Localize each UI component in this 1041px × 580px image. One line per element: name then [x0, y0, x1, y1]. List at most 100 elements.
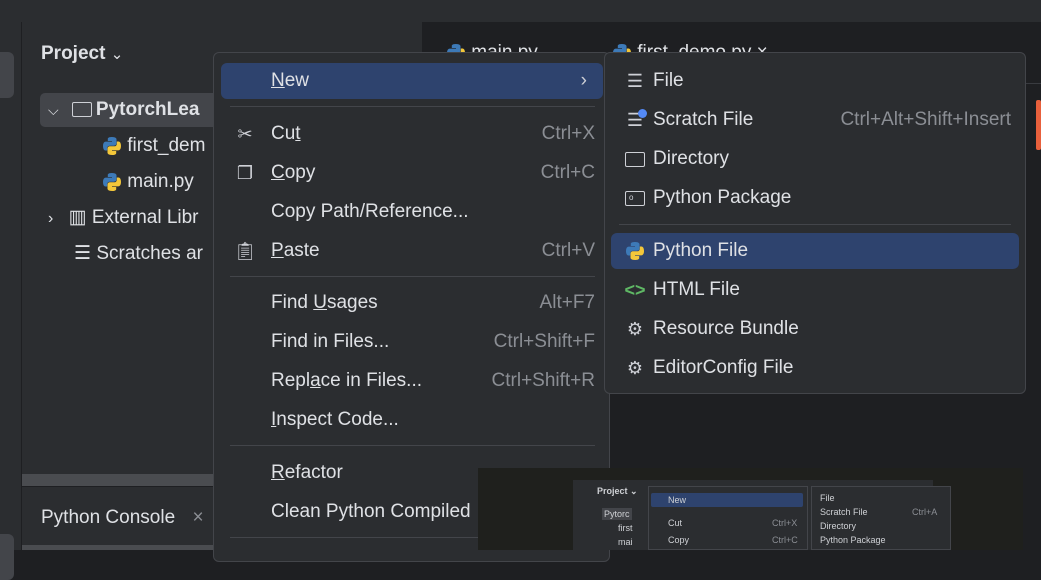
menu-label: Repl [271, 370, 311, 391]
shortcut: Alt+F7 [539, 292, 595, 313]
menu-item-paste[interactable]: 📋︎ Paste Ctrl+V [221, 233, 603, 269]
tree-item-file[interactable]: first_dem [102, 131, 205, 161]
menu-label: Copy Path/Reference... [271, 201, 469, 222]
menu-item-inspect-code[interactable]: Inspect Code... [221, 402, 603, 438]
menu-item-copy[interactable]: ❐ Copy Ctrl+C [221, 155, 603, 191]
menu-item-copy-path[interactable]: Copy Path/Reference... [221, 194, 603, 230]
menu-label: Python Package [653, 187, 792, 208]
submenu-item-file[interactable]: ☰ File [611, 63, 1019, 99]
shortcut: Ctrl+X [541, 123, 595, 144]
tree-item-project-root[interactable]: ⌵ PytorchLea [48, 95, 199, 125]
menu-label: Resource Bundle [653, 318, 799, 339]
thumb-project: Project ⌄ [597, 486, 638, 496]
shortcut: Ctrl+Shift+R [491, 370, 595, 391]
thumb-menu-item: Copy [668, 535, 690, 545]
menu-item-find-in-files[interactable]: Find in Files... Ctrl+Shift+F [221, 324, 603, 360]
menu-label: Clean Python Compiled [271, 501, 471, 522]
html-icon: <> [624, 280, 646, 300]
clipboard-icon: 📋︎ [233, 241, 257, 261]
tree-item-file[interactable]: main.py [102, 167, 194, 197]
menu-label: sages [326, 292, 378, 313]
python-icon [623, 233, 647, 269]
mnemonic: t [295, 123, 301, 144]
thumb-tree: first [618, 523, 633, 533]
tree-item-label: PytorchLea [95, 99, 200, 120]
menu-label: ce in Files... [320, 370, 423, 391]
menu-label: Directory [653, 148, 730, 169]
tree-item-label: first_dem [127, 135, 206, 156]
python-icon [102, 172, 122, 192]
thumb-sub-item: Directory [820, 521, 857, 531]
menu-item-replace-in-files[interactable]: Replace in Files... Ctrl+Shift+R [221, 363, 603, 399]
mnemonic: U [313, 292, 327, 313]
console-scrollbar[interactable] [22, 545, 222, 550]
submenu-item-python-package[interactable]: o Python Package [611, 180, 1019, 216]
menu-item-cut[interactable]: ✂ Cut Ctrl+X [221, 116, 603, 152]
gear-icon: ⚙ [626, 358, 644, 378]
thumb-shortcut: Ctrl+X [772, 518, 798, 528]
tree-item-external-libraries[interactable]: › ▥ External Libr [48, 203, 199, 233]
folder-icon [623, 141, 647, 177]
menu-label: Paste [271, 240, 320, 261]
thumb-shortcut: Ctrl+A [912, 507, 938, 517]
menu-label: HTML File [653, 279, 740, 300]
separator [619, 224, 1011, 225]
package-icon: o [623, 180, 647, 216]
menu-item-new[interactable]: New › [221, 63, 603, 99]
tool-window-stripe [0, 22, 22, 580]
mnemonic: C [271, 162, 285, 183]
chevron-right-icon: › [48, 210, 54, 227]
horizontal-scrollbar[interactable] [22, 474, 222, 486]
close-icon[interactable]: × [192, 507, 203, 528]
project-panel-title[interactable]: Project ⌄ [41, 43, 123, 65]
menu-label: nspect Code... [276, 409, 399, 430]
chevron-down-icon: ⌵ [48, 102, 59, 118]
menu-label: Find [271, 292, 314, 313]
console-tool-button[interactable] [0, 534, 14, 580]
thumb-tree: mai [618, 537, 633, 547]
menu-item-find-usages[interactable]: Find Usages Alt+F7 [221, 285, 603, 321]
menu-label: ew [284, 70, 310, 91]
submenu-item-html-file[interactable]: <> HTML File [611, 272, 1019, 308]
python-console-tab[interactable]: Python Console × [41, 507, 204, 529]
submenu-item-scratch-file[interactable]: ☰ Scratch File Ctrl+Alt+Shift+Insert [611, 102, 1019, 138]
project-title-text: Project [41, 43, 106, 64]
new-submenu: ☰ File ☰ Scratch File Ctrl+Alt+Shift+Insert… [604, 52, 1026, 394]
tree-item-label: Scratches ar [96, 243, 203, 264]
thumb-menu-item: Cut [668, 518, 683, 528]
project-tool-button[interactable] [0, 52, 14, 98]
mnemonic: a [310, 370, 321, 391]
submenu-item-editorconfig-file[interactable]: ⚙ EditorConfig File [611, 350, 1019, 386]
tree-item-scratches[interactable]: ☰ Scratches ar [74, 239, 203, 269]
menu-label: Scratch File [653, 109, 754, 130]
scissors-icon: ✂ [237, 124, 253, 144]
mnemonic: R [271, 462, 285, 483]
screenshot-thumbnail: Project ⌄ Pytorc first mai New Cut Copy … [478, 468, 1023, 550]
chevron-right-icon: › [580, 70, 587, 91]
thumb-tree: Pytorc [602, 508, 632, 520]
python-icon [102, 136, 122, 156]
editor-marker [1036, 100, 1041, 150]
submenu-item-directory[interactable]: Directory [611, 141, 1019, 177]
copy-icon: ❐ [236, 163, 254, 183]
menu-label: EditorConfig File [653, 357, 794, 378]
thumb-sub-item: Python Package [820, 535, 886, 545]
submenu-item-python-file[interactable]: Python File [611, 233, 1019, 269]
console-title: Python Console [41, 507, 176, 528]
submenu-item-resource-bundle[interactable]: ⚙ Resource Bundle [611, 311, 1019, 347]
thumb-menu-item: New [668, 495, 687, 505]
menu-label: efactor [284, 462, 343, 483]
gear-icon: ⚙ [626, 319, 644, 339]
menu-label: opy [284, 162, 316, 183]
shortcut: Ctrl+Shift+F [493, 331, 595, 352]
library-icon: ▥ [68, 207, 87, 228]
shortcut: Ctrl+V [541, 240, 595, 261]
chevron-down-icon: ⌄ [110, 46, 124, 63]
scratch-file-icon: ☰ [623, 102, 647, 138]
menu-label: Python File [653, 240, 749, 261]
mnemonic: N [271, 70, 285, 91]
separator [230, 445, 595, 446]
folder-icon [71, 102, 92, 118]
shortcut: Ctrl+Alt+Shift+Insert [840, 109, 1011, 130]
separator [230, 276, 595, 277]
